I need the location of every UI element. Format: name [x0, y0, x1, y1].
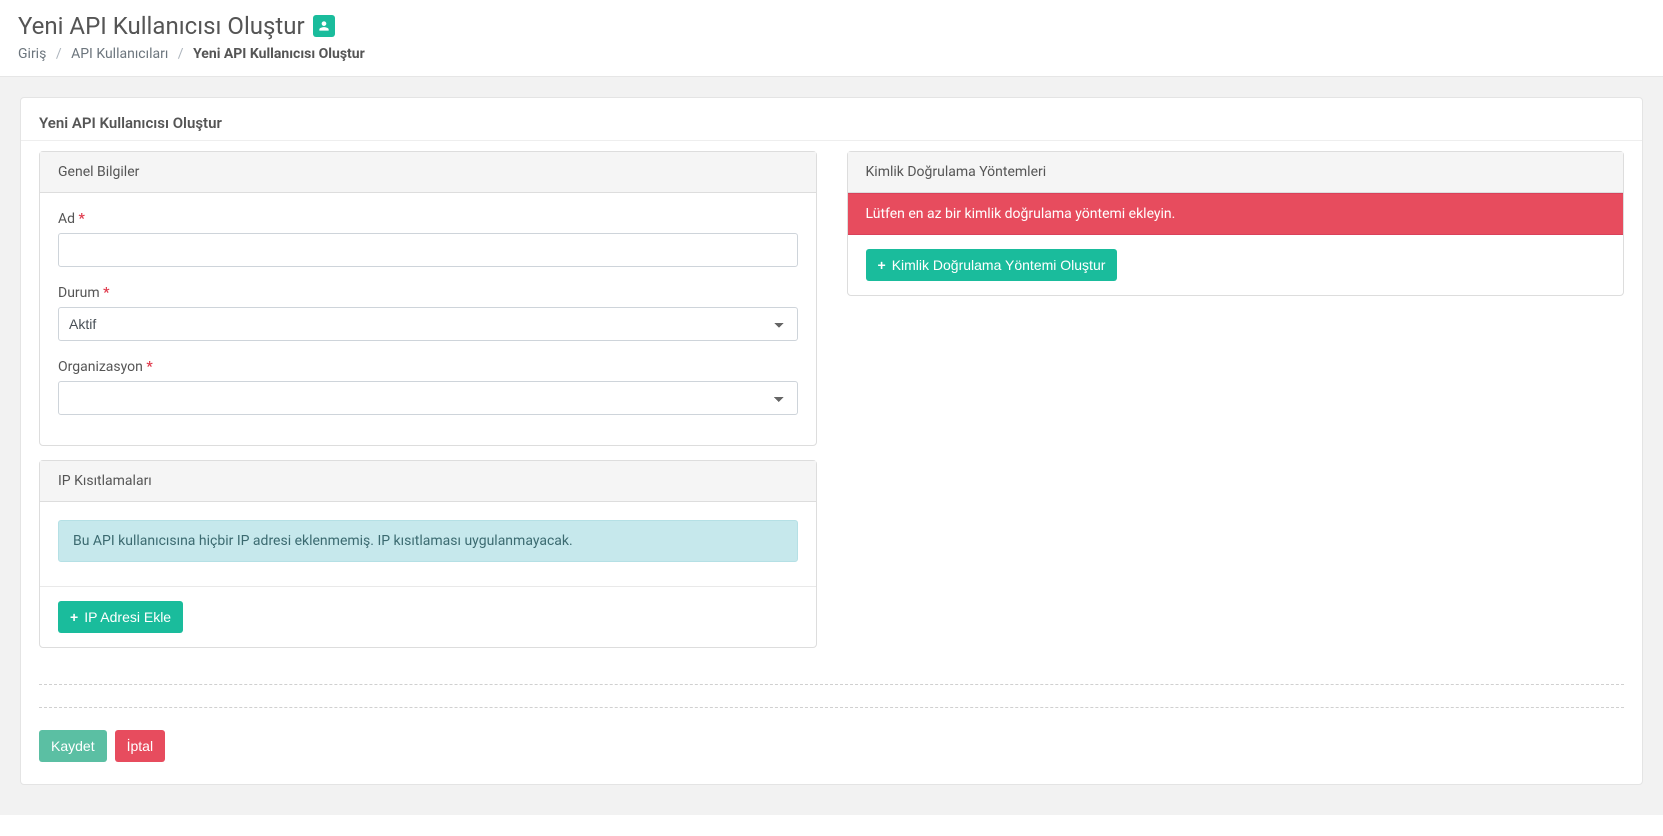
add-auth-method-button-label: Kimlik Doğrulama Yöntemi Oluştur	[892, 257, 1106, 273]
breadcrumb-separator: /	[178, 46, 184, 62]
status-select[interactable]: Aktif	[58, 307, 798, 341]
breadcrumb-separator: /	[56, 46, 62, 62]
plus-icon: +	[70, 609, 78, 625]
panel-title: Yeni API Kullanıcısı Oluştur	[21, 98, 1642, 141]
ip-restrictions-header: IP Kısıtlamaları	[40, 461, 816, 502]
page-title: Yeni API Kullanıcısı Oluştur	[18, 12, 305, 40]
auth-error-alert: Lütfen en az bir kimlik doğrulama yöntem…	[848, 193, 1624, 235]
section-divider	[39, 684, 1624, 685]
save-button[interactable]: Kaydet	[39, 730, 107, 762]
breadcrumb-home[interactable]: Giriş	[18, 46, 46, 62]
general-info-header: Genel Bilgiler	[40, 152, 816, 193]
user-badge-icon	[313, 15, 335, 37]
breadcrumb-parent[interactable]: API Kullanıcıları	[71, 46, 168, 62]
plus-icon: +	[878, 257, 886, 273]
auth-methods-header: Kimlik Doğrulama Yöntemleri	[848, 152, 1624, 193]
status-label: Durum	[58, 285, 798, 301]
organization-label: Organizasyon	[58, 359, 798, 375]
section-divider	[39, 707, 1624, 708]
breadcrumb: Giriş / API Kullanıcıları / Yeni API Kul…	[18, 46, 1645, 62]
add-ip-button-label: IP Adresi Ekle	[84, 609, 171, 625]
breadcrumb-current: Yeni API Kullanıcısı Oluştur	[193, 46, 365, 62]
ip-empty-alert: Bu API kullanıcısına hiçbir IP adresi ek…	[58, 520, 798, 562]
add-auth-method-button[interactable]: + Kimlik Doğrulama Yöntemi Oluştur	[866, 249, 1118, 281]
name-label: Ad	[58, 211, 798, 227]
add-ip-button[interactable]: + IP Adresi Ekle	[58, 601, 183, 633]
organization-select[interactable]	[58, 381, 798, 415]
general-info-card: Genel Bilgiler Ad Durum Aktif	[39, 151, 817, 446]
cancel-button[interactable]: İptal	[115, 730, 165, 762]
name-input[interactable]	[58, 233, 798, 267]
auth-methods-card: Kimlik Doğrulama Yöntemleri Lütfen en az…	[847, 151, 1625, 296]
ip-restrictions-card: IP Kısıtlamaları Bu API kullanıcısına hi…	[39, 460, 817, 648]
